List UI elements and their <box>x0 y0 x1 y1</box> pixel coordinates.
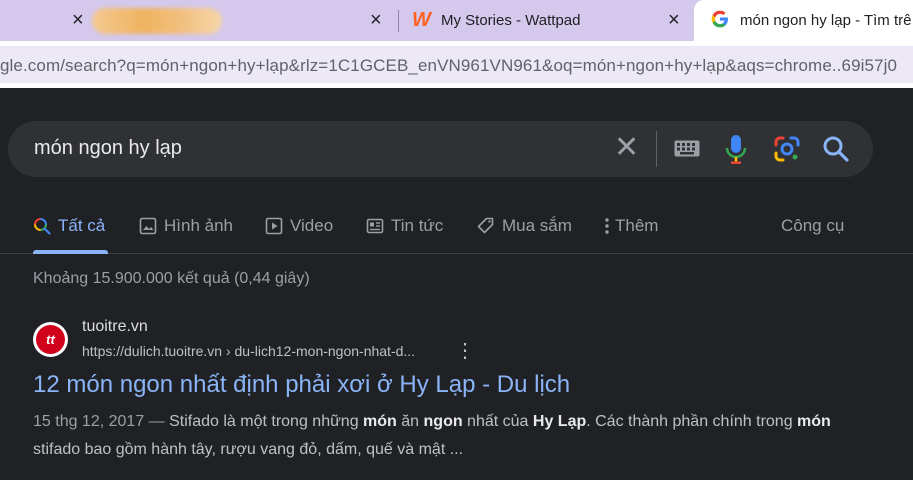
tab-close-icon[interactable]: × <box>72 10 84 30</box>
tab-video[interactable]: Video <box>265 216 333 236</box>
search-box-divider <box>656 131 657 167</box>
keyboard-icon[interactable] <box>674 140 700 157</box>
search-box[interactable]: món ngon hy lạp ✕ <box>8 121 873 177</box>
google-lens-icon[interactable] <box>773 135 801 163</box>
image-icon <box>139 217 157 235</box>
active-tab-indicator <box>33 250 108 254</box>
snippet-text: nhất của <box>462 413 533 430</box>
tab-images[interactable]: Hình ảnh <box>139 216 233 236</box>
search-icon[interactable] <box>822 135 850 163</box>
tuoitre-logo-icon: tt <box>36 325 65 354</box>
snippet-text: ăn <box>396 413 424 430</box>
address-bar: gle.com/search?q=món+ngon+hy+lạp&rlz=1C1… <box>0 41 913 88</box>
tab-shopping-label: Mua sắm <box>502 216 572 235</box>
browser-tab-wattpad[interactable]: W My Stories - Wattpad × <box>400 0 694 41</box>
tab-video-label: Video <box>290 216 334 235</box>
snippet-text: . Các thành phần chính trong <box>586 413 798 430</box>
search-nav-tabs: Tất cả Hình ảnh Video Tin tức Mua sắm Th… <box>0 206 913 254</box>
wattpad-icon: W <box>412 9 431 31</box>
result-title-link[interactable]: 12 món ngon nhất định phải xơi ở Hy Lạp … <box>33 371 570 399</box>
snippet-highlight: món <box>363 413 397 430</box>
snippet-text: stifado bao gồm hành tây, rượu vang đỏ, … <box>33 441 464 458</box>
tab-all-label: Tất cả <box>58 216 106 235</box>
google-icon <box>711 10 728 28</box>
tab-close-icon[interactable]: × <box>668 10 680 30</box>
url-domain: gle.com <box>0 56 61 75</box>
tab-title: My Stories - Wattpad <box>441 12 581 29</box>
tab-all[interactable]: Tất cả <box>33 216 105 236</box>
snippet-text: Stifado là một trong những <box>169 413 364 430</box>
tab-separator <box>398 10 399 32</box>
more-vert-icon <box>605 218 609 234</box>
tab-images-label: Hình ảnh <box>164 216 233 235</box>
result-site-name[interactable]: tuoitre.vn <box>82 318 148 336</box>
site-favicon[interactable]: tt <box>33 322 68 357</box>
more-options-icon[interactable]: ⋮ <box>455 341 475 361</box>
play-icon <box>265 217 283 235</box>
tab-more[interactable]: Thêm <box>604 216 658 236</box>
tools-button[interactable]: Công cụ <box>781 216 844 236</box>
tab-shopping[interactable]: Mua sắm <box>477 216 572 236</box>
multicolor-search-icon <box>34 218 51 235</box>
snippet-date: 15 thg 12, 2017 — <box>33 413 170 430</box>
browser-tab-blurred[interactable]: × × <box>0 0 400 41</box>
snippet-highlight: món <box>797 413 831 430</box>
url-text[interactable]: gle.com/search?q=món+ngon+hy+lạp&rlz=1C1… <box>0 56 897 76</box>
tab-title: món ngon hy lạp - Tìm trê <box>740 12 912 29</box>
blurred-tab-title <box>92 8 222 34</box>
search-input[interactable]: món ngon hy lạp <box>34 137 182 160</box>
tab-news[interactable]: Tin tức <box>366 216 443 236</box>
result-cite-url[interactable]: https://dulich.tuoitre.vn › du-lich12-mo… <box>82 343 415 359</box>
tab-close-icon[interactable]: × <box>370 10 382 30</box>
clear-icon[interactable]: ✕ <box>614 133 639 163</box>
tab-more-label: Thêm <box>615 216 659 235</box>
tag-icon <box>477 217 494 234</box>
browser-tab-google-active[interactable]: món ngon hy lạp - Tìm trê <box>694 0 913 41</box>
tab-news-label: Tin tức <box>391 216 444 235</box>
snippet-highlight: ngon <box>423 413 463 430</box>
newspaper-icon <box>366 218 384 234</box>
result-stats: Khoảng 15.900.000 kết quả (0,44 giây) <box>33 270 310 287</box>
snippet-highlight: Hy Lạp <box>532 413 587 430</box>
result-snippet: 15 thg 12, 2017 — Stifado là một trong n… <box>33 408 833 464</box>
browser-tab-strip: × × W My Stories - Wattpad × món ngon hy… <box>0 0 913 41</box>
microphone-icon[interactable] <box>724 134 748 164</box>
url-path: /search?q=món+ngon+hy+lạp&rlz=1C1GCEB_en… <box>60 56 898 75</box>
tools-label: Công cụ <box>781 216 845 235</box>
